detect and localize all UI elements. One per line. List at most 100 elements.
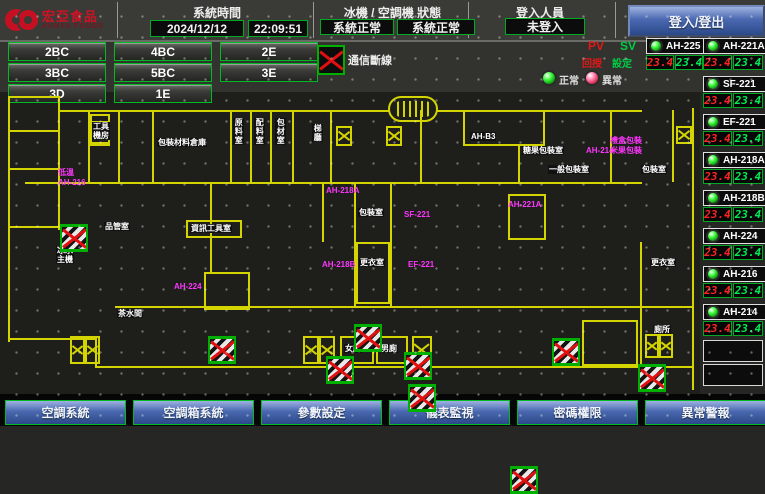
device-pv-value: 23.4 xyxy=(646,55,674,70)
wall xyxy=(692,108,694,390)
feedback-label: 回授 xyxy=(582,55,602,70)
zone-button-2e[interactable]: 2E xyxy=(220,42,318,61)
wall xyxy=(250,110,252,182)
device-name: AH-218B xyxy=(723,193,765,204)
ahu-equipment-comm-fail-icon[interactable] xyxy=(408,384,436,412)
shaft-icon xyxy=(645,334,673,358)
ahu-equipment-comm-fail-icon[interactable] xyxy=(208,336,236,364)
zone-button-1e[interactable]: 1E xyxy=(114,84,212,103)
comm-fail-legend-label: 通信斷線 xyxy=(348,52,392,68)
zone-button-5bc[interactable]: 5BC xyxy=(114,63,212,82)
bottom-button-1[interactable]: 空調系統 xyxy=(5,400,126,425)
device-cell-AH-218A[interactable]: AH-218A xyxy=(703,152,765,168)
shaft-x-cell xyxy=(336,126,352,146)
wall xyxy=(152,110,154,182)
sv-header: SV xyxy=(620,39,636,53)
login-logout-button[interactable]: 登入/登出 xyxy=(628,5,765,37)
room-label: AH-B3 xyxy=(470,132,496,141)
device-name: AH-225 xyxy=(666,41,700,52)
device-cell-AH-221A[interactable]: AH-221A xyxy=(703,38,765,54)
wall xyxy=(60,110,390,112)
normal-legend-label: 正常 xyxy=(559,72,579,87)
system-time-value: 22:09:51 xyxy=(248,20,308,37)
bottom-button-6[interactable]: 異常警報 xyxy=(645,400,765,425)
device-sv-value: 23.4 xyxy=(733,55,763,70)
ahu-equipment-comm-fail-icon[interactable] xyxy=(60,224,88,252)
room-label: 包裝室 xyxy=(358,208,384,217)
shaft-icon xyxy=(336,126,352,146)
ahu-equipment-comm-fail-icon[interactable] xyxy=(404,352,432,380)
wall xyxy=(322,184,324,242)
ahu-label-EF-221: EF-221 xyxy=(408,260,434,270)
ahu-label-AH-218B: AH-218B xyxy=(322,260,355,270)
device-cell-AH-224[interactable]: AH-224 xyxy=(703,228,765,244)
room-label: 糖果包裝室 xyxy=(522,146,564,155)
device-sv-value: 23.4 xyxy=(675,55,703,70)
device-sv-value: 23.4 xyxy=(733,93,763,108)
ahu-equipment-comm-fail-icon[interactable] xyxy=(354,324,382,352)
device-cell-AH-216[interactable]: AH-216 xyxy=(703,266,765,282)
device-sv-value: 23.4 xyxy=(733,245,763,260)
shaft-x-cell xyxy=(303,336,319,364)
wall xyxy=(390,184,392,306)
wall xyxy=(115,306,694,308)
shaft-icon xyxy=(386,126,402,146)
device-sv-value: 23.4 xyxy=(733,321,763,336)
device-pv-value: 23.4 xyxy=(703,283,732,298)
wall xyxy=(118,110,120,182)
shaft-x-cell xyxy=(645,334,659,358)
pv-header: PV xyxy=(588,39,604,53)
device-sv-value: 23.4 xyxy=(733,207,763,222)
room-outline xyxy=(204,272,250,310)
shaft-x-cell xyxy=(386,126,402,146)
wall xyxy=(8,96,10,342)
device-cell-AH-218B[interactable]: AH-218B xyxy=(703,190,765,206)
normal-led-icon xyxy=(541,70,557,86)
bottom-button-5[interactable]: 密碼權限 xyxy=(517,400,638,425)
wall xyxy=(463,110,465,146)
status-led-icon xyxy=(706,39,720,53)
ahu-equipment-comm-fail-icon[interactable] xyxy=(552,338,580,366)
device-cell-AH-214[interactable]: AH-214 xyxy=(703,304,765,320)
status-led-icon xyxy=(706,153,720,167)
room-label: 原料室 xyxy=(233,118,244,145)
bottom-button-3[interactable]: 參數設定 xyxy=(261,400,382,425)
device-pv-value: 23.4 xyxy=(703,55,732,70)
abnormal-legend-label: 異常 xyxy=(602,72,622,87)
zone-button-4bc[interactable]: 4BC xyxy=(114,42,212,61)
ahu-label-SF-221: SF-221 xyxy=(404,210,430,220)
wall xyxy=(230,110,232,182)
ahu-equipment-comm-fail-icon[interactable] xyxy=(510,466,538,494)
wall xyxy=(58,96,60,230)
shaft-x-cell xyxy=(85,336,100,364)
ahu-label-米果包裝: 禮盒包裝米果包裝 xyxy=(610,136,642,155)
zone-button-3e[interactable]: 3E xyxy=(220,63,318,82)
room-label: 更衣室 xyxy=(359,258,385,267)
zone-button-2bc[interactable]: 2BC xyxy=(8,42,106,61)
chiller-status-value: 系統正常 xyxy=(320,19,394,35)
ahu-label-AH-218A: AH-218A xyxy=(326,186,359,196)
device-pv-value: 23.4 xyxy=(703,321,732,336)
shaft-x-cell xyxy=(659,334,673,358)
device-pv-value: 23.4 xyxy=(703,93,732,108)
zone-button-3bc[interactable]: 3BC xyxy=(8,63,106,82)
status-led-icon xyxy=(706,77,720,91)
company-logo: 宏亞食品 HUNYA FOODS xyxy=(4,2,116,38)
wall xyxy=(8,168,58,170)
device-cell-AH-225[interactable]: AH-225 xyxy=(646,38,706,54)
device-name: AH-224 xyxy=(723,231,757,242)
zone-button-3d[interactable]: 3D xyxy=(8,84,106,103)
status-led-icon xyxy=(706,229,720,243)
ahu-equipment-comm-fail-icon[interactable] xyxy=(326,356,354,384)
room-outline xyxy=(356,242,390,304)
system-date-value: 2024/12/12 xyxy=(150,20,244,37)
device-cell-EF-221[interactable]: EF-221 xyxy=(703,114,765,130)
room-label: 一般包裝室 xyxy=(548,165,590,174)
device-name: AH-221A xyxy=(723,41,765,52)
ahu-equipment-comm-fail-icon[interactable] xyxy=(638,364,666,392)
device-cell-SF-221[interactable]: SF-221 xyxy=(703,76,765,92)
bottom-button-2[interactable]: 空調箱系統 xyxy=(133,400,254,425)
device-name: AH-218A xyxy=(723,155,765,166)
wall xyxy=(518,146,520,182)
device-name: EF-221 xyxy=(723,117,756,128)
